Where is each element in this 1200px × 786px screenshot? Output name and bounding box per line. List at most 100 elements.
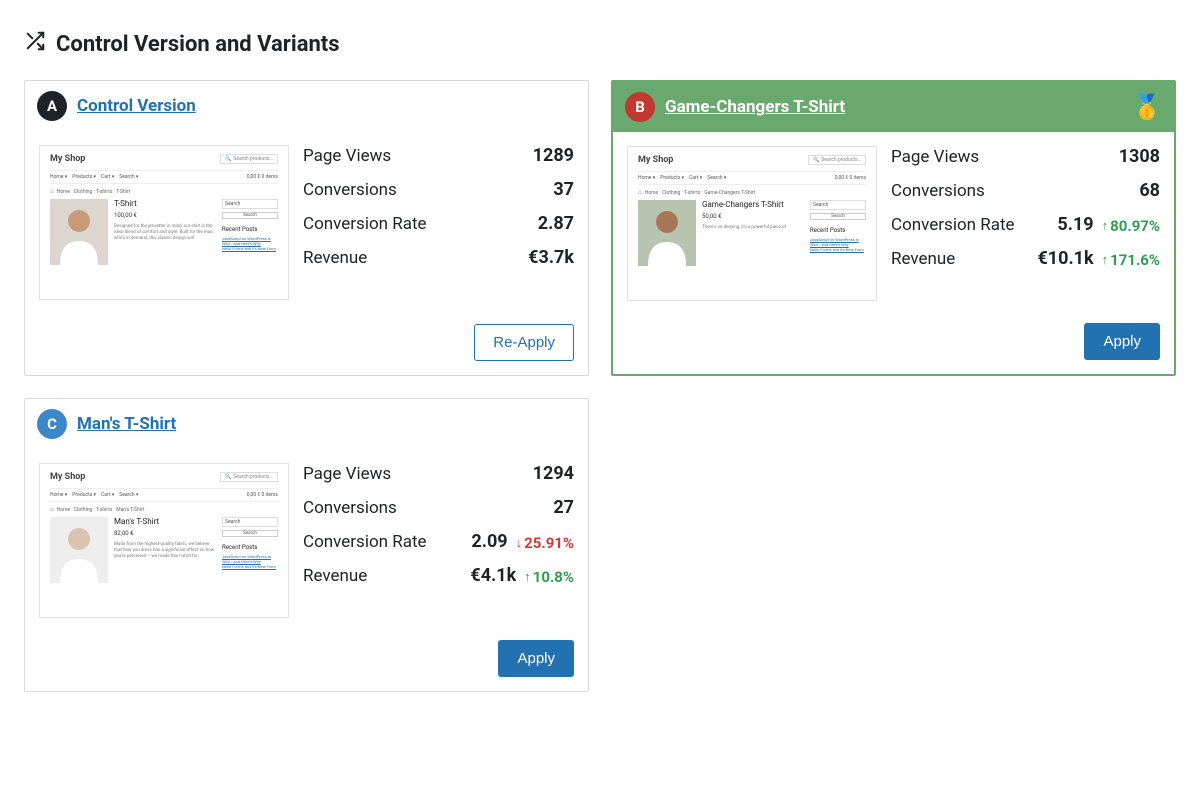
variant-header: B Game-Changers T-Shirt 🥇 — [613, 82, 1174, 132]
variant-card: A Control Version My Shop 🔍Search product… — [24, 80, 589, 376]
variant-title-link[interactable]: Game-Changers T-Shirt — [665, 97, 845, 117]
thumb-product-image — [50, 517, 108, 583]
stat-value: 1289 — [533, 145, 574, 166]
arrow-up-icon: ↑ — [1102, 252, 1109, 268]
thumb-breadcrumbs: ⌂Home · Clothing · T-shirts · Man's T-Sh… — [50, 502, 278, 517]
stat-label: Conversion Rate — [303, 214, 427, 234]
variant-card: B Game-Changers T-Shirt 🥇 My Shop 🔍Search … — [611, 80, 1176, 376]
thumb-product-price: 100,00 € — [114, 212, 216, 219]
stat-label: Conversion Rate — [303, 532, 427, 552]
stat-row: Page Views1308 — [891, 146, 1160, 167]
stat-delta: ↑80.97% — [1102, 217, 1160, 235]
variant-stats: Page Views 1294 Conversions 27 Conversion Ra… — [303, 463, 574, 618]
variant-body: My Shop 🔍Search products… Home ▾Products… — [25, 131, 588, 308]
variant-footer: Apply — [25, 626, 588, 691]
stat-label: Revenue — [891, 249, 955, 269]
page-title-text: Control Version and Variants — [56, 32, 340, 57]
variant-body: My Shop 🔍Search products… Home ▾Products… — [613, 132, 1174, 309]
arrow-up-icon: ↑ — [524, 569, 531, 585]
stat-delta-value: 10.8% — [533, 568, 574, 586]
variant-body: My Shop 🔍Search products… Home ▾Products… — [25, 449, 588, 626]
thumb-product-title: Man's T-Shirt — [114, 517, 216, 526]
thumb-nav: Home ▾Products ▾Cart ▾Search ▾ — [50, 174, 143, 180]
stat-label: Conversions — [303, 498, 397, 518]
variant-title-link[interactable]: Control Version — [77, 96, 196, 116]
thumb-cart-info: 0,00 € 0 items — [247, 174, 278, 180]
variant-stats: Page Views1308 Conversions68 Conversion Ra… — [891, 146, 1160, 301]
variant-title-link[interactable]: Man's T-Shirt — [77, 414, 176, 434]
stat-value: €3.7k — [528, 247, 574, 268]
stat-row: Conversion Rate 2.09 ↓25.91% — [303, 531, 574, 552]
stat-row: Conversions68 — [891, 180, 1160, 201]
variant-preview-thumbnail: My Shop 🔍Search products… Home ▾Products… — [39, 463, 289, 618]
thumb-recent-posts-title: Recent Posts — [810, 227, 866, 234]
reapply-button[interactable]: Re-Apply — [474, 324, 574, 361]
apply-button[interactable]: Apply — [498, 640, 574, 677]
arrow-up-icon: ↑ — [1102, 218, 1109, 234]
thumb-product-title: Game-Changers T-Shirt — [702, 200, 804, 209]
thumb-sidebar-search: Search — [810, 200, 866, 210]
stat-value: 5.19 — [1057, 214, 1093, 235]
thumb-recent-post-link: JavaScript on WordPress isWild… and Here… — [222, 554, 278, 570]
stat-value: 37 — [553, 179, 574, 200]
variant-card: C Man's T-Shirt My Shop 🔍Search products…… — [24, 398, 589, 692]
stat-delta-value: 80.97% — [1110, 217, 1160, 235]
stat-label: Conversion Rate — [891, 215, 1015, 235]
stat-value: 68 — [1139, 180, 1160, 201]
thumb-cart-info: 0,00 € 0 items — [247, 492, 278, 498]
variant-footer: Re-Apply — [25, 310, 588, 375]
stat-delta: ↑171.6% — [1102, 251, 1160, 269]
thumb-product-image — [638, 200, 696, 266]
variant-preview-thumbnail: My Shop 🔍Search products… Home ▾Products… — [627, 146, 877, 301]
stat-value: 1294 — [533, 463, 574, 484]
stat-label: Conversions — [303, 180, 397, 200]
variant-stats: Page Views1289 Conversions 37 Conversion Ra… — [303, 145, 574, 300]
variant-badge: C — [37, 409, 67, 439]
thumb-product-blurb: There's no denying, it's a powerful piec… — [702, 225, 804, 231]
stat-value: 2.87 — [538, 213, 574, 234]
shuffle-icon — [24, 30, 46, 58]
stat-row: Revenue €10.1k ↑171.6% — [891, 248, 1160, 269]
variant-footer: Apply — [613, 309, 1174, 374]
stat-value: 2.09 — [471, 531, 507, 552]
thumb-recent-post-link: JavaScript on WordPress isWild… and Here… — [222, 236, 278, 252]
variant-header: A Control Version — [25, 81, 588, 131]
page-title: Control Version and Variants — [24, 30, 1176, 58]
thumb-sidebar-search-btn: Search — [222, 212, 278, 219]
stat-value: €4.1k — [470, 565, 516, 586]
thumb-shop-name: My Shop — [50, 154, 85, 164]
stat-label: Revenue — [303, 248, 367, 268]
variant-preview-thumbnail: My Shop 🔍Search products… Home ▾Products… — [39, 145, 289, 300]
variant-header: C Man's T-Shirt — [25, 399, 588, 449]
thumb-search-box: 🔍Search products… — [808, 155, 866, 165]
thumb-sidebar-search: Search — [222, 517, 278, 527]
stat-row: Page Views1289 — [303, 145, 574, 166]
thumb-search-box: 🔍Search products… — [220, 472, 278, 482]
stat-value: 27 — [553, 497, 574, 518]
thumb-recent-posts-title: Recent Posts — [222, 544, 278, 551]
stat-label: Page Views — [891, 147, 979, 167]
thumb-sidebar-search-btn: Search — [222, 530, 278, 537]
stat-row: Conversion Rate 5.19 ↑80.97% — [891, 214, 1160, 235]
apply-button[interactable]: Apply — [1084, 323, 1160, 360]
stat-delta: ↓25.91% — [516, 534, 574, 552]
thumb-breadcrumbs: ⌂Home · Clothing · T-shirts · T-Shirt — [50, 184, 278, 199]
arrow-down-icon: ↓ — [516, 535, 523, 551]
stat-delta-value: 25.91% — [524, 534, 574, 552]
thumb-sidebar-search-btn: Search — [810, 213, 866, 220]
variants-grid: A Control Version My Shop 🔍Search product… — [24, 80, 1176, 692]
stat-label: Page Views — [303, 464, 391, 484]
variant-badge: A — [37, 91, 67, 121]
stat-value: €10.1k — [1037, 248, 1093, 269]
thumb-product-image — [50, 199, 108, 265]
variant-badge: B — [625, 92, 655, 122]
thumb-recent-post-link: JavaScript on WordPress isWild… and Here… — [810, 237, 866, 253]
stat-row: Revenue €3.7k — [303, 247, 574, 268]
thumb-search-box: 🔍Search products… — [220, 154, 278, 164]
thumb-product-price: 50,00 € — [702, 213, 804, 220]
thumb-product-title: T-Shirt — [114, 199, 216, 208]
winner-medal-icon: 🥇 — [1132, 95, 1162, 119]
stat-delta: ↑10.8% — [524, 568, 574, 586]
stat-row: Conversions 27 — [303, 497, 574, 518]
thumb-sidebar-search: Search — [222, 199, 278, 209]
